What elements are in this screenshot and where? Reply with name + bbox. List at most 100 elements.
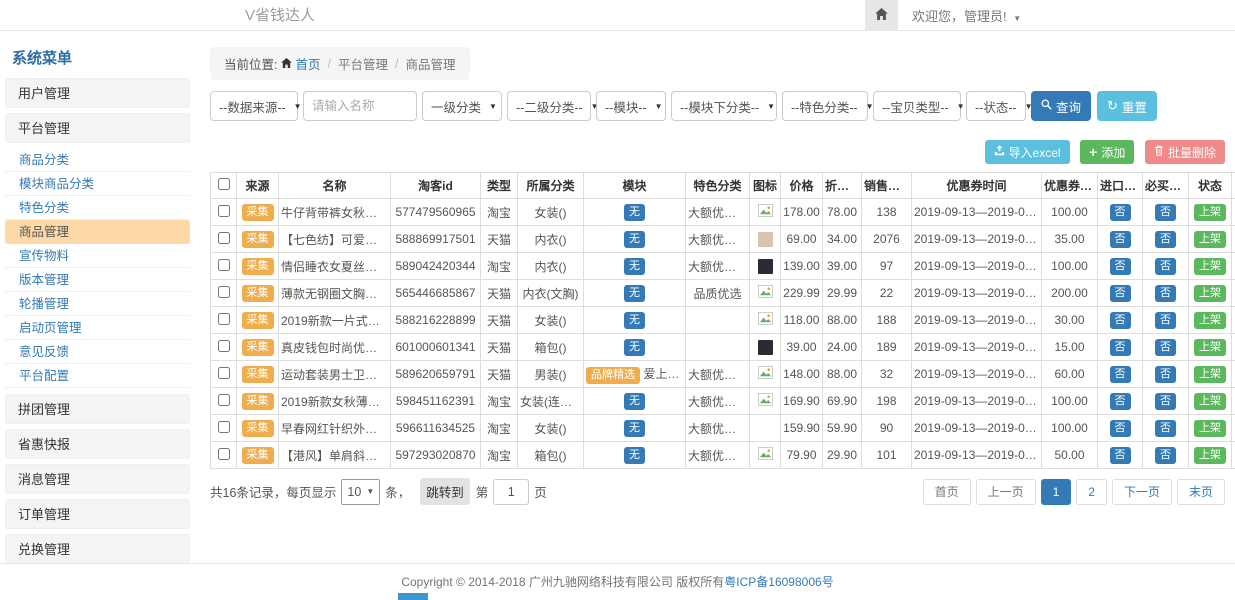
home-button[interactable] (865, 0, 898, 31)
pager-button[interactable]: 首页 (923, 479, 971, 505)
select-all-checkbox[interactable] (218, 178, 230, 190)
status-toggle[interactable]: 上架 (1194, 204, 1226, 221)
cell-module: 无 (584, 280, 686, 307)
source-badge: 采集 (242, 285, 274, 302)
pager-button[interactable]: 末页 (1177, 479, 1225, 505)
cell-coupon-amount: 100.00 (1042, 415, 1098, 442)
breadcrumb-item: 平台管理 (338, 54, 388, 73)
row-checkbox[interactable] (218, 232, 230, 244)
sidebar-sub-item[interactable]: 平台配置 (5, 364, 190, 388)
filter-select-data-source[interactable]: --数据来源--▼ (210, 91, 298, 121)
filter-select-item-type[interactable]: --宝贝类型--▼ (873, 91, 961, 121)
pager-button[interactable]: 1 (1041, 479, 1072, 505)
table-row: 采集牛仔背带裤女秋装减龄...577479560965淘宝女装()无大额优惠券1… (211, 199, 1235, 226)
filter-select-category1[interactable]: 一级分类▼ (422, 91, 502, 121)
status-toggle[interactable]: 上架 (1194, 339, 1226, 356)
filter-select-category2[interactable]: --二级分类--▼ (507, 91, 591, 121)
row-checkbox[interactable] (218, 367, 230, 379)
import-select-toggle[interactable]: 否 (1110, 231, 1131, 248)
broken-image-icon (758, 206, 773, 220)
cell-taoke-id: 589620659791 (391, 361, 481, 388)
reset-button[interactable]: ↻ 重置 (1097, 91, 1157, 121)
sidebar-group-item[interactable]: 用户管理 (5, 78, 190, 108)
row-checkbox[interactable] (218, 205, 230, 217)
must-buy-toggle[interactable]: 否 (1155, 447, 1176, 464)
status-toggle[interactable]: 上架 (1194, 393, 1226, 410)
must-buy-toggle[interactable]: 否 (1155, 339, 1176, 356)
import-select-toggle[interactable]: 否 (1110, 366, 1131, 383)
sidebar-sub-item[interactable]: 模块商品分类 (5, 172, 190, 196)
pager-button[interactable]: 下一页 (1112, 479, 1172, 505)
jump-button[interactable]: 跳转到 (420, 478, 470, 505)
sidebar-group-item[interactable]: 消息管理 (5, 464, 190, 494)
query-button[interactable]: 查询 (1031, 91, 1091, 121)
cell-icon (750, 226, 781, 253)
filter-select-module-subcategory[interactable]: --模块下分类--▼ (671, 91, 777, 121)
sidebar-sub-item[interactable]: 宣传物料 (5, 244, 190, 268)
import-select-toggle[interactable]: 否 (1110, 204, 1131, 221)
row-checkbox[interactable] (218, 448, 230, 460)
cell-module: 无 (584, 226, 686, 253)
page-size-select[interactable]: 10▼ (341, 479, 380, 505)
cell-category: 箱包() (518, 334, 584, 361)
cell-icon (750, 361, 781, 388)
must-buy-toggle[interactable]: 否 (1155, 231, 1176, 248)
pager-button[interactable]: 2 (1076, 479, 1107, 505)
status-toggle[interactable]: 上架 (1194, 447, 1226, 464)
search-input[interactable] (303, 91, 417, 121)
must-buy-toggle[interactable]: 否 (1155, 258, 1176, 275)
import-select-toggle[interactable]: 否 (1110, 312, 1131, 329)
must-buy-toggle[interactable]: 否 (1155, 366, 1176, 383)
sidebar-sub-item[interactable]: 启动页管理 (5, 316, 190, 340)
row-checkbox[interactable] (218, 313, 230, 325)
breadcrumb-home-link[interactable]: 首页 (295, 54, 320, 73)
row-checkbox[interactable] (218, 259, 230, 271)
import-select-toggle[interactable]: 否 (1110, 258, 1131, 275)
add-button[interactable]: + 添加 (1080, 140, 1134, 164)
status-toggle[interactable]: 上架 (1194, 231, 1226, 248)
must-buy-toggle[interactable]: 否 (1155, 204, 1176, 221)
batch-delete-button[interactable]: 批量删除 (1145, 140, 1225, 164)
import-select-toggle[interactable]: 否 (1110, 447, 1131, 464)
pager-button[interactable]: 上一页 (976, 479, 1036, 505)
must-buy-toggle[interactable]: 否 (1155, 285, 1176, 302)
must-buy-toggle[interactable]: 否 (1155, 393, 1176, 410)
import-select-toggle[interactable]: 否 (1110, 339, 1131, 356)
status-toggle[interactable]: 上架 (1194, 366, 1226, 383)
icp-link[interactable]: 粤ICP备16098006号 (724, 575, 833, 589)
sidebar-sub-item[interactable]: 商品管理 (5, 220, 190, 244)
sidebar-sub-item[interactable]: 版本管理 (5, 268, 190, 292)
filter-select-module[interactable]: --模块--▼ (596, 91, 666, 121)
sidebar-group-item[interactable]: 订单管理 (5, 499, 190, 529)
must-buy-toggle[interactable]: 否 (1155, 312, 1176, 329)
sidebar-group-item[interactable]: 兑换管理 (5, 534, 190, 563)
module-none-badge: 无 (624, 258, 645, 275)
filter-select-status[interactable]: --状态--▼ (966, 91, 1026, 121)
sidebar-group-item[interactable]: 省惠快报 (5, 429, 190, 459)
sidebar-sub-item[interactable]: 意见反馈 (5, 340, 190, 364)
sidebar-group-item[interactable]: 拼团管理 (5, 394, 190, 424)
source-badge: 采集 (242, 420, 274, 437)
row-checkbox[interactable] (218, 421, 230, 433)
jump-page-input[interactable] (493, 479, 529, 505)
import-select-toggle[interactable]: 否 (1110, 393, 1131, 410)
must-buy-toggle[interactable]: 否 (1155, 420, 1176, 437)
import-select-toggle[interactable]: 否 (1110, 285, 1131, 302)
sidebar-group-item[interactable]: 平台管理 (5, 113, 190, 143)
row-checkbox[interactable] (218, 286, 230, 298)
sidebar-sub-item[interactable]: 商品分类 (5, 148, 190, 172)
status-toggle[interactable]: 上架 (1194, 420, 1226, 437)
status-toggle[interactable]: 上架 (1194, 285, 1226, 302)
filter-select-feature-category[interactable]: --特色分类--▼ (782, 91, 868, 121)
user-menu[interactable]: 欢迎您，管理员! ▼ (912, 6, 1021, 25)
status-toggle[interactable]: 上架 (1194, 258, 1226, 275)
row-checkbox[interactable] (218, 340, 230, 352)
breadcrumb: 当前位置: 首页 / 平台管理 / 商品管理 (210, 47, 470, 80)
table-row: 采集【港风】单肩斜挎链条...597293020870淘宝箱包()无大额优惠券7… (211, 442, 1235, 469)
import-select-toggle[interactable]: 否 (1110, 420, 1131, 437)
row-checkbox[interactable] (218, 394, 230, 406)
sidebar-sub-item[interactable]: 特色分类 (5, 196, 190, 220)
status-toggle[interactable]: 上架 (1194, 312, 1226, 329)
sidebar-sub-item[interactable]: 轮播管理 (5, 292, 190, 316)
import-excel-button[interactable]: 导入excel (985, 140, 1070, 164)
